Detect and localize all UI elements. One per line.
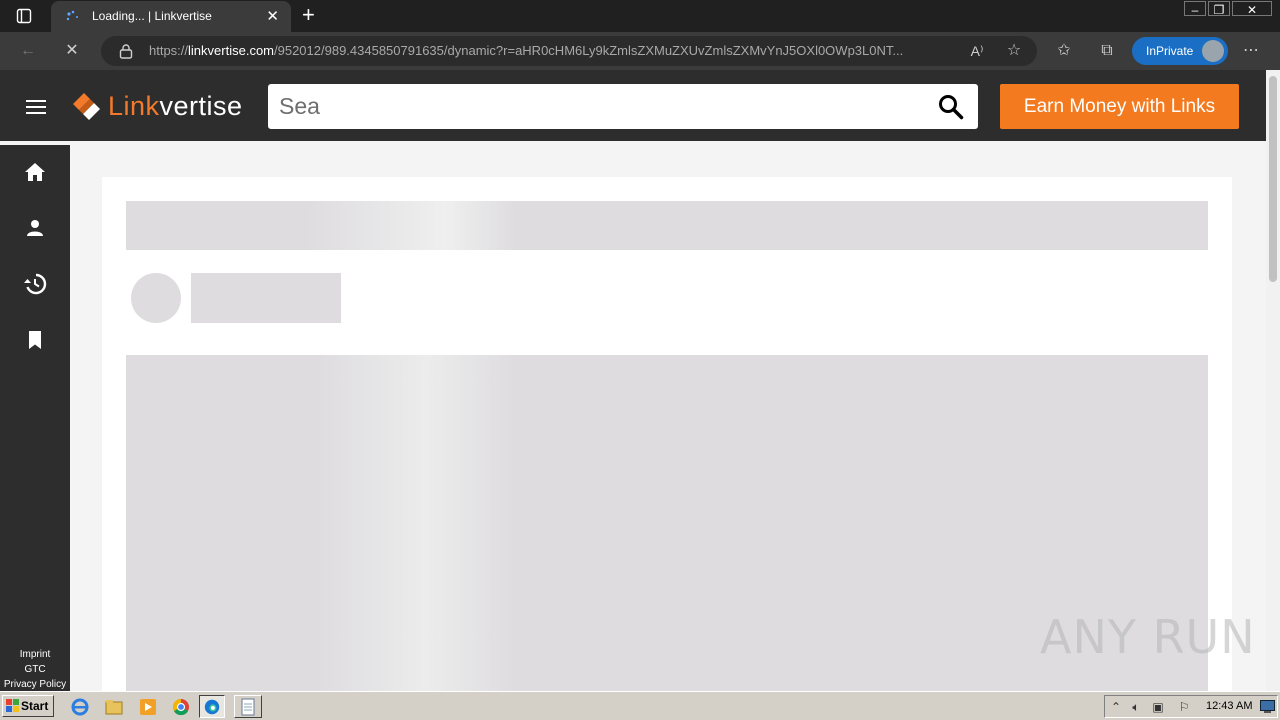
search-input[interactable] xyxy=(279,92,919,120)
skeleton-username xyxy=(191,273,341,323)
loading-spinner-icon xyxy=(66,10,78,21)
back-icon[interactable]: ← xyxy=(18,41,38,61)
minimize-button[interactable]: – xyxy=(1184,1,1206,17)
chrome-icon[interactable] xyxy=(171,697,191,717)
inprivate-badge[interactable]: InPrivate xyxy=(1132,37,1228,65)
home-icon[interactable] xyxy=(23,160,47,184)
tab-close-icon[interactable]: ✕ xyxy=(266,7,279,25)
inprivate-label: InPrivate xyxy=(1146,44,1194,58)
system-tray: ⌃ 🔈︎ ▣ ⚐ 12:43 AM xyxy=(1104,695,1278,718)
stop-loading-icon[interactable]: ✕ xyxy=(62,41,82,61)
scrollbar-thumb[interactable] xyxy=(1269,76,1277,282)
more-menu-icon[interactable]: ⋯ xyxy=(1241,41,1261,61)
anyrun-watermark: ANY RUN xyxy=(1040,610,1256,664)
start-label: Start xyxy=(21,699,49,713)
address-bar[interactable]: https://linkvertise.com/952012/989.43458… xyxy=(101,36,1037,66)
site-header: Linkvertise Earn Money with Links xyxy=(0,70,1266,141)
footer-links: Imprint GTC Privacy Policy xyxy=(0,647,70,691)
add-favorite-icon[interactable]: ☆ xyxy=(1004,41,1024,61)
media-player-icon[interactable] xyxy=(138,697,158,717)
read-aloud-icon[interactable]: A⁾ xyxy=(967,41,987,61)
lock-icon[interactable] xyxy=(119,43,133,59)
skeleton-title xyxy=(126,201,1208,250)
close-window-button[interactable]: ✕ xyxy=(1232,1,1272,17)
browser-tab[interactable]: Loading... | Linkvertise ✕ xyxy=(51,1,291,32)
page-scrollbar[interactable] xyxy=(1266,70,1280,691)
profile-icon[interactable] xyxy=(23,216,47,240)
start-button[interactable]: Start xyxy=(2,695,54,717)
search-icon[interactable] xyxy=(938,94,964,120)
ie-icon[interactable] xyxy=(70,697,90,717)
notepad-icon xyxy=(241,698,255,716)
logo-text-rest: vertise xyxy=(159,91,243,121)
profile-avatar xyxy=(1202,40,1224,62)
browser-toolbar: ← ✕ https://linkvertise.com/952012/989.4… xyxy=(0,32,1280,70)
show-desktop-icon[interactable] xyxy=(1260,700,1275,713)
gtc-link[interactable]: GTC xyxy=(0,662,70,677)
edge-icon xyxy=(204,699,220,715)
url-text[interactable]: https://linkvertise.com/952012/989.43458… xyxy=(149,43,959,58)
privacy-policy-link[interactable]: Privacy Policy xyxy=(0,677,70,691)
skeleton-avatar xyxy=(131,273,181,323)
clock[interactable]: 12:43 AM xyxy=(1206,700,1252,712)
volume-icon[interactable]: 🔈︎ xyxy=(1129,700,1143,714)
notepad-taskbar-button[interactable] xyxy=(234,695,262,718)
bookmark-icon[interactable] xyxy=(23,328,47,352)
search-box[interactable] xyxy=(268,84,978,129)
collections-icon[interactable]: ⧉ xyxy=(1097,41,1117,61)
url-scheme: https:// xyxy=(149,43,189,58)
restore-button[interactable]: ❐ xyxy=(1208,1,1230,17)
logo-text: Linkvertise xyxy=(108,91,243,122)
menu-icon[interactable] xyxy=(26,100,46,114)
side-nav: Imprint GTC Privacy Policy xyxy=(0,145,70,691)
logo-text-brand: Link xyxy=(108,91,160,121)
taskbar: Start ⌃ 🔈︎ ▣ ⚐ 12:43 AM xyxy=(0,691,1280,720)
explorer-icon[interactable] xyxy=(104,697,124,717)
web-page: Linkvertise Earn Money with Links I xyxy=(0,70,1266,691)
history-icon[interactable] xyxy=(23,272,47,296)
logo-mark-icon xyxy=(73,93,100,120)
imprint-link[interactable]: Imprint xyxy=(0,647,70,662)
favorites-icon[interactable]: ✩ xyxy=(1054,41,1074,61)
edge-taskbar-button[interactable] xyxy=(199,695,225,718)
tab-title: Loading... | Linkvertise xyxy=(92,9,212,23)
tab-actions-icon[interactable] xyxy=(16,8,32,24)
action-center-flag-icon[interactable]: ⚐ xyxy=(1177,700,1191,714)
earn-money-button[interactable]: Earn Money with Links xyxy=(1000,84,1239,129)
browser-titlebar: Loading... | Linkvertise ✕ + – ❐ ✕ xyxy=(0,0,1280,32)
network-icon[interactable]: ▣ xyxy=(1151,700,1165,714)
new-tab-icon[interactable]: + xyxy=(302,4,315,26)
tray-expand-icon[interactable]: ⌃ xyxy=(1109,700,1123,714)
windows-flag-icon xyxy=(6,699,19,712)
url-host: linkvertise.com xyxy=(188,43,274,58)
url-path: /952012/989.4345850791635/dynamic?r=aHR0… xyxy=(274,43,904,58)
